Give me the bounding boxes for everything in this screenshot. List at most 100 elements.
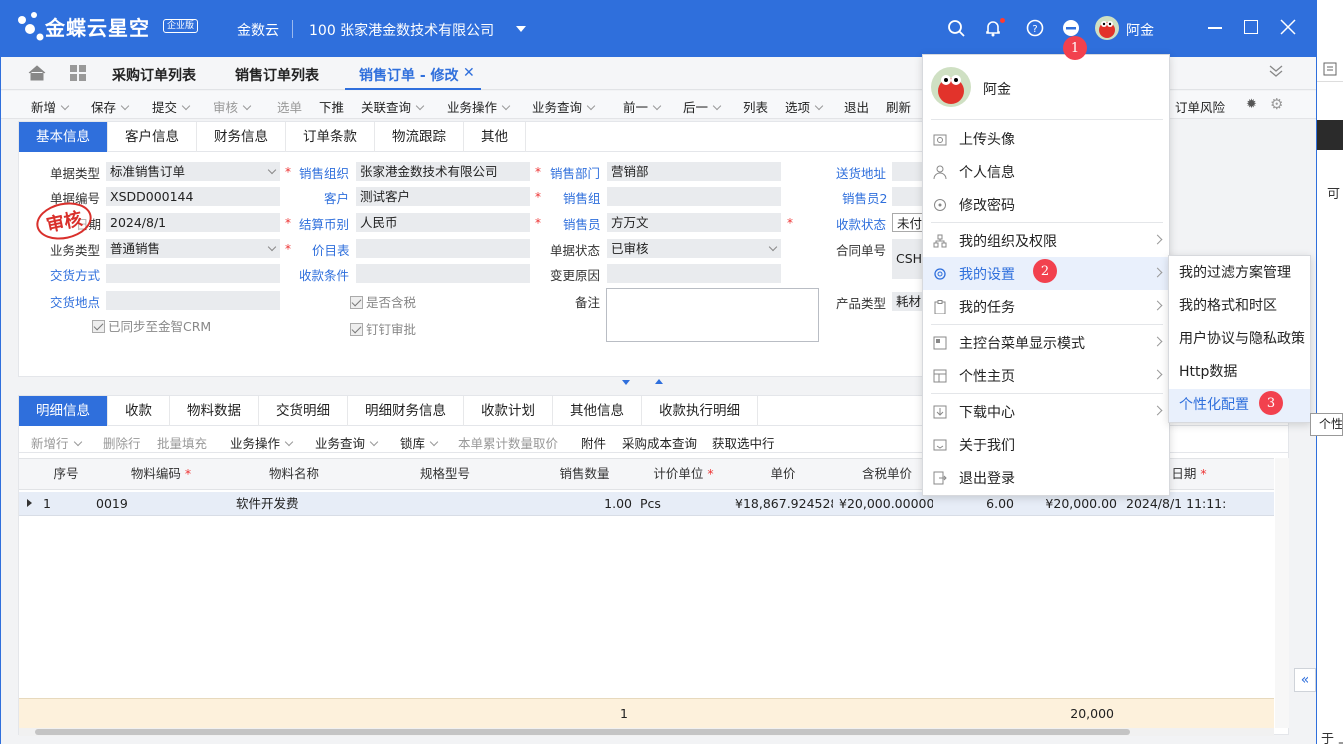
splitter-up-icon[interactable] bbox=[655, 379, 663, 384]
col-price[interactable]: 单价 bbox=[731, 459, 835, 489]
tab-basic-info[interactable]: 基本信息 bbox=[19, 122, 108, 152]
tab-purchase-order-list[interactable]: 采购订单列表 bbox=[112, 65, 196, 85]
salesman-label[interactable]: 销售员 bbox=[563, 214, 601, 233]
tab-collection-exec[interactable]: 收款执行明细 bbox=[642, 396, 758, 426]
status-select[interactable]: 已审核 bbox=[607, 239, 781, 258]
tab-detail-info[interactable]: 明细信息 bbox=[19, 396, 108, 426]
menu-upload-avatar[interactable]: 上传头像 bbox=[923, 122, 1169, 155]
salesman2-label[interactable]: 销售员2 bbox=[842, 188, 887, 207]
submit-button[interactable]: 提交 bbox=[152, 97, 191, 116]
new-button[interactable]: 新增 bbox=[31, 97, 70, 116]
col-seq[interactable]: 序号 bbox=[41, 459, 91, 489]
cell-spec[interactable] bbox=[362, 494, 532, 514]
remark-textarea[interactable] bbox=[606, 288, 819, 342]
tab-close-icon[interactable]: ✕ bbox=[463, 65, 475, 81]
doc-no-field[interactable]: XSDD000144 bbox=[106, 187, 280, 206]
tab-sales-order-edit[interactable]: 销售订单 - 修改 bbox=[359, 65, 459, 85]
cell-qty[interactable]: 1.00 bbox=[533, 494, 632, 514]
sales-org-field[interactable]: 张家港金数技术有限公司 bbox=[356, 162, 530, 181]
tab-material-data[interactable]: 物料数据 bbox=[170, 396, 259, 426]
ship-address-label[interactable]: 送货地址 bbox=[836, 163, 886, 182]
purchase-cost-query-button[interactable]: 采购成本查询 bbox=[622, 433, 697, 452]
delivery-place-label[interactable]: 交货地点 bbox=[50, 292, 100, 311]
avatar[interactable] bbox=[1095, 16, 1119, 40]
col-unit[interactable]: 计价单位 * bbox=[636, 459, 731, 489]
delivery-method-field[interactable] bbox=[106, 264, 280, 283]
pay-terms-label[interactable]: 收款条件 bbox=[299, 265, 349, 284]
sales-dept-field[interactable]: 营销部 bbox=[607, 162, 781, 181]
menu-org-permissions[interactable]: 我的组织及权限 bbox=[923, 224, 1169, 257]
cell-material-code[interactable]: 0019 bbox=[96, 494, 226, 514]
user-name[interactable]: 阿金 bbox=[1126, 20, 1154, 40]
options-button[interactable]: 选项 bbox=[785, 97, 824, 116]
menu-logout[interactable]: 退出登录 bbox=[923, 461, 1169, 494]
business-ops-button[interactable]: 业务操作 bbox=[447, 97, 511, 116]
sales-dept-label[interactable]: 销售部门 bbox=[550, 163, 600, 182]
change-reason-field[interactable] bbox=[607, 264, 781, 283]
next-button[interactable]: 后一 bbox=[683, 97, 722, 116]
get-selected-row-button[interactable]: 获取选中行 bbox=[712, 433, 775, 452]
push-down-button[interactable]: 下推 bbox=[319, 97, 344, 116]
maximize-icon[interactable] bbox=[1244, 20, 1258, 34]
attachment-button[interactable]: 附件 bbox=[581, 433, 606, 452]
side-collapse-icon[interactable]: « bbox=[1294, 668, 1316, 692]
cell-tax-price[interactable]: ¥20,000.000000 bbox=[839, 494, 933, 514]
tab-collection[interactable]: 收款 bbox=[108, 396, 170, 426]
menu-personal-info[interactable]: 个人信息 bbox=[923, 155, 1169, 188]
date-field[interactable]: 2024/8/1 bbox=[106, 213, 280, 232]
org-selector[interactable]: 100 张家港金数技术有限公司 bbox=[309, 20, 494, 40]
org-dropdown-icon[interactable] bbox=[516, 26, 526, 32]
menu-my-tasks[interactable]: 我的任务 bbox=[923, 290, 1169, 323]
batch-fill-button[interactable]: 批量填充 bbox=[157, 433, 207, 452]
exit-button[interactable]: 退出 bbox=[844, 97, 869, 116]
pay-terms-field[interactable] bbox=[356, 264, 530, 283]
price-list-label[interactable]: 价目表 bbox=[312, 240, 350, 259]
splitter-down-icon[interactable] bbox=[622, 380, 630, 385]
col-spec[interactable]: 规格型号 bbox=[357, 459, 533, 489]
refresh-button[interactable]: 刷新 bbox=[886, 97, 911, 116]
menu-personal-homepage[interactable]: 个性主页 bbox=[923, 359, 1169, 392]
customer-label[interactable]: 客户 bbox=[324, 188, 349, 207]
currency-field[interactable]: 人民币 bbox=[356, 213, 530, 232]
cell-seq[interactable]: 1 bbox=[43, 494, 83, 514]
collapse-double-chevron-icon[interactable] bbox=[1269, 64, 1283, 82]
grid-business-ops-button[interactable]: 业务操作 bbox=[230, 433, 294, 452]
select-bill-button[interactable]: 选单 bbox=[277, 97, 302, 116]
vertical-scrollbar[interactable] bbox=[1275, 458, 1289, 728]
home-icon[interactable] bbox=[28, 65, 46, 85]
help-icon[interactable]: ? bbox=[1023, 16, 1047, 40]
settings-gear-icon[interactable]: ⚙ bbox=[1270, 95, 1283, 113]
search-icon[interactable] bbox=[944, 16, 968, 40]
cumulative-price-button[interactable]: 本单累计数量取价 bbox=[458, 433, 558, 452]
apps-grid-icon[interactable] bbox=[70, 65, 86, 85]
save-button[interactable]: 保存 bbox=[91, 97, 130, 116]
submenu-personalization[interactable]: 个性化配置 bbox=[1169, 389, 1310, 422]
submenu-filter-schemes[interactable]: 我的过滤方案管理 bbox=[1169, 257, 1310, 290]
tab-delivery-detail[interactable]: 交货明细 bbox=[259, 396, 348, 426]
bell-icon[interactable] bbox=[981, 16, 1005, 40]
col-qty[interactable]: 销售数量 bbox=[533, 459, 636, 489]
menu-console-display-mode[interactable]: 主控台菜单显示模式 bbox=[923, 326, 1169, 359]
menu-change-password[interactable]: 修改密码 bbox=[923, 188, 1169, 221]
delete-row-button[interactable]: 删除行 bbox=[103, 433, 141, 452]
audit-button[interactable]: 审核 bbox=[213, 97, 252, 116]
scrollbar-thumb[interactable] bbox=[35, 729, 1130, 735]
salesman-field[interactable]: 方万文 bbox=[607, 213, 781, 232]
grid-business-query-button[interactable]: 业务查询 bbox=[315, 433, 379, 452]
cell-date[interactable]: 2024/8/1 11:11: bbox=[1126, 494, 1226, 514]
sales-group-field[interactable] bbox=[607, 187, 781, 206]
cell-tax-rate[interactable]: 6.00 bbox=[939, 494, 1014, 514]
menu-avatar[interactable] bbox=[931, 67, 971, 107]
cell-unit[interactable]: Pcs bbox=[640, 494, 730, 514]
tab-sales-order-list[interactable]: 销售订单列表 bbox=[235, 65, 319, 85]
dingtalk-approval-checkbox[interactable]: 钉钉审批 bbox=[350, 319, 416, 338]
tab-collection-plan[interactable]: 收款计划 bbox=[464, 396, 553, 426]
biz-type-select[interactable]: 普通销售 bbox=[106, 239, 280, 258]
crm-sync-checkbox[interactable]: 已同步至金智CRM bbox=[92, 316, 211, 335]
collect-status-label[interactable]: 收款状态 bbox=[836, 214, 886, 233]
cell-amount[interactable]: ¥20,000.00 bbox=[1019, 494, 1117, 514]
tab-other[interactable]: 其他 bbox=[464, 122, 526, 152]
delivery-method-label[interactable]: 交货方式 bbox=[50, 265, 100, 284]
lock-stock-button[interactable]: 锁库 bbox=[400, 433, 439, 452]
tax-included-checkbox[interactable]: 是否含税 bbox=[350, 292, 416, 311]
